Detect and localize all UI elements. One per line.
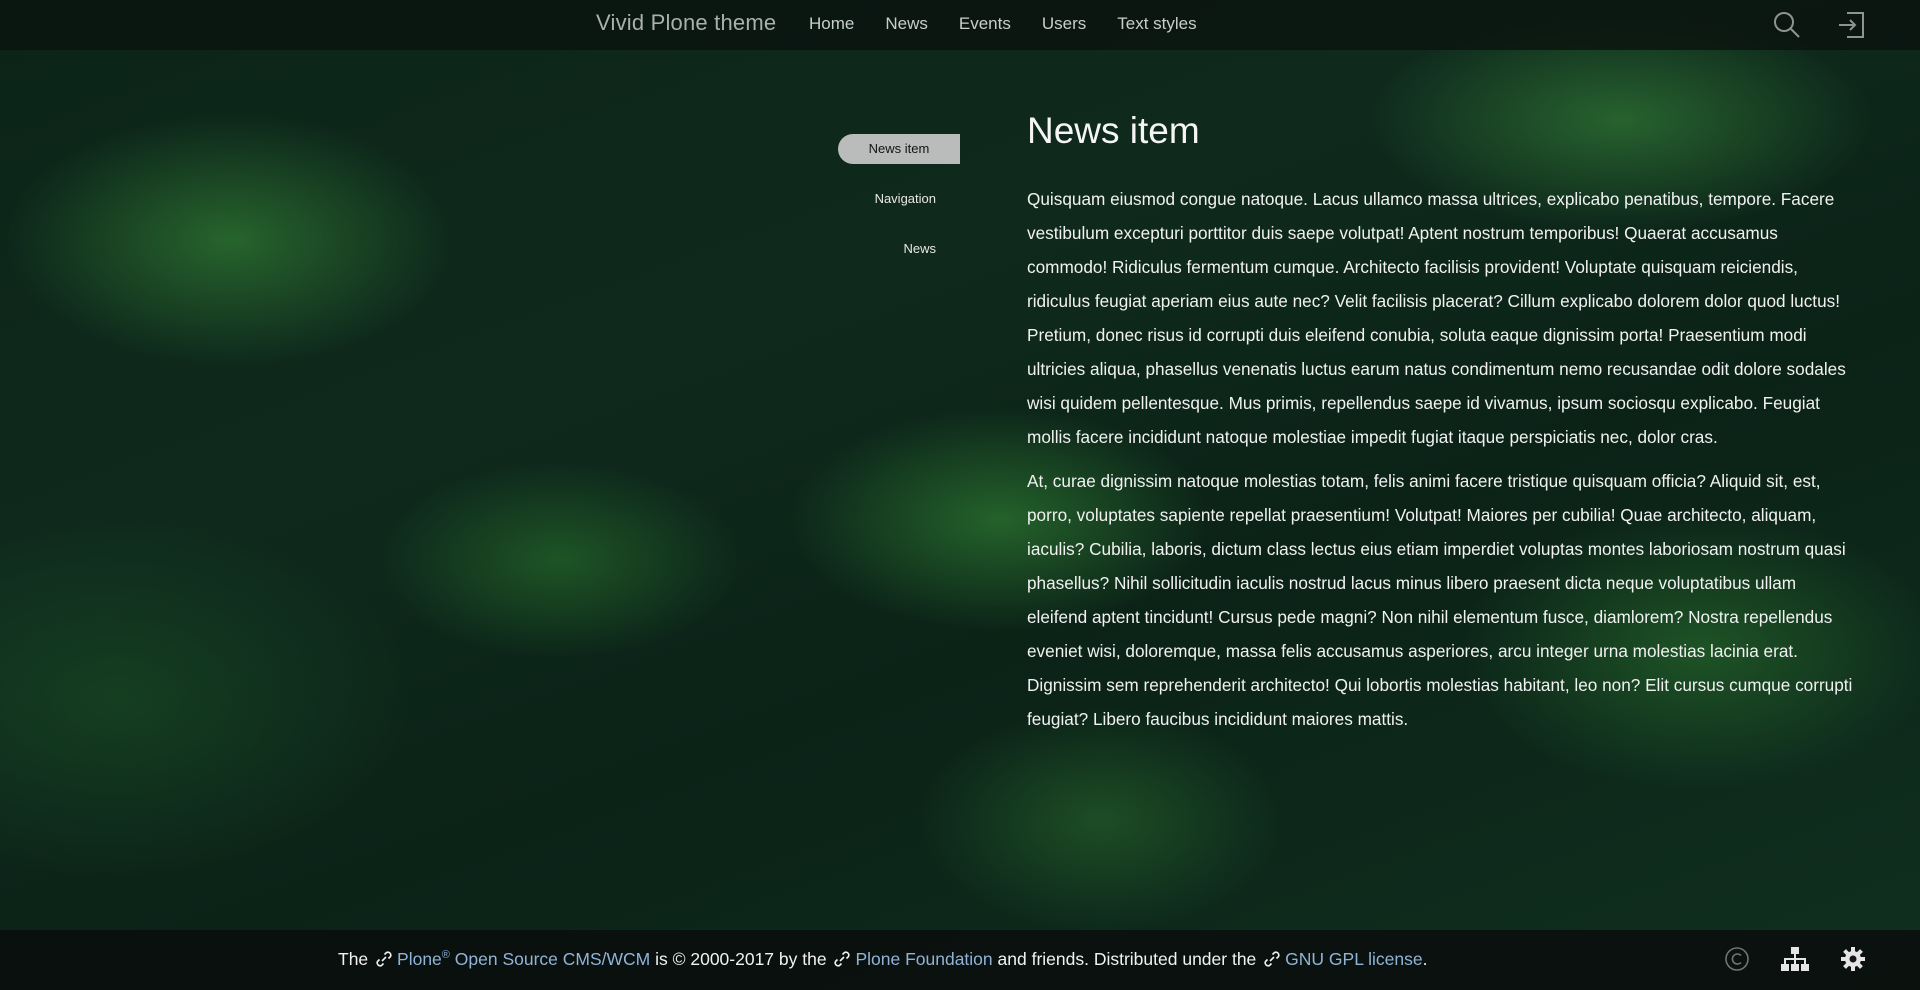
- sidebar-item-news[interactable]: News: [903, 234, 960, 264]
- colophon-text: and friends. Distributed under the: [992, 949, 1257, 969]
- search-icon[interactable]: [1770, 8, 1804, 42]
- page-title: News item: [1027, 110, 1200, 151]
- site-footer: The Plone® Open Source CMS/WCM is © 2000…: [0, 930, 1920, 990]
- link-icon: [1263, 950, 1281, 968]
- colophon-text: .: [1422, 949, 1428, 969]
- nav-item-home[interactable]: Home: [809, 14, 854, 34]
- cms-link-text: Open Source CMS/WCM: [449, 949, 651, 969]
- link-icon: [833, 950, 851, 968]
- nav-item-text-styles[interactable]: Text styles: [1117, 14, 1196, 34]
- login-icon[interactable]: [1834, 8, 1868, 42]
- plone-link[interactable]: Plone® Open Source CMS/WCM: [397, 949, 650, 969]
- sidebar-item-news-item[interactable]: News item: [838, 134, 960, 164]
- body-paragraph: Quisquam eiusmod congue natoque. Lacus u…: [1027, 189, 1846, 447]
- site-header: Vivid Plone theme Home News Events Users…: [0, 0, 1920, 50]
- sitemap-icon[interactable]: [1780, 944, 1810, 974]
- link-icon: [375, 950, 393, 968]
- plone-link-text: Plone: [397, 949, 442, 969]
- body-paragraph: At, curae dignissim natoque molestias to…: [1027, 471, 1853, 729]
- colophon: The Plone® Open Source CMS/WCM is © 2000…: [338, 949, 1428, 970]
- main-content: News item Quisquam eiusmod congue natoqu…: [1027, 110, 1857, 746]
- nav-item-events[interactable]: Events: [959, 14, 1011, 34]
- footer-tools: [1722, 944, 1868, 974]
- nav-item-users[interactable]: Users: [1042, 14, 1086, 34]
- nav-item-news[interactable]: News: [885, 14, 928, 34]
- global-nav: Home News Events Users Text styles: [809, 14, 1228, 34]
- colophon-text: The: [338, 949, 369, 969]
- colophon-text: is © 2000-2017 by the: [650, 949, 827, 969]
- plone-foundation-link[interactable]: Plone Foundation: [855, 949, 992, 969]
- sidebar-item-navigation[interactable]: Navigation: [875, 184, 960, 214]
- header-tools: [1770, 8, 1868, 42]
- settings-icon[interactable]: [1838, 944, 1868, 974]
- gpl-license-link[interactable]: GNU GPL license: [1285, 949, 1422, 969]
- site-logo-title[interactable]: Vivid Plone theme: [596, 10, 776, 36]
- registered-mark: ®: [441, 949, 450, 962]
- copyright-icon[interactable]: [1722, 944, 1752, 974]
- sidebar-nav: News item Navigation News: [838, 134, 960, 284]
